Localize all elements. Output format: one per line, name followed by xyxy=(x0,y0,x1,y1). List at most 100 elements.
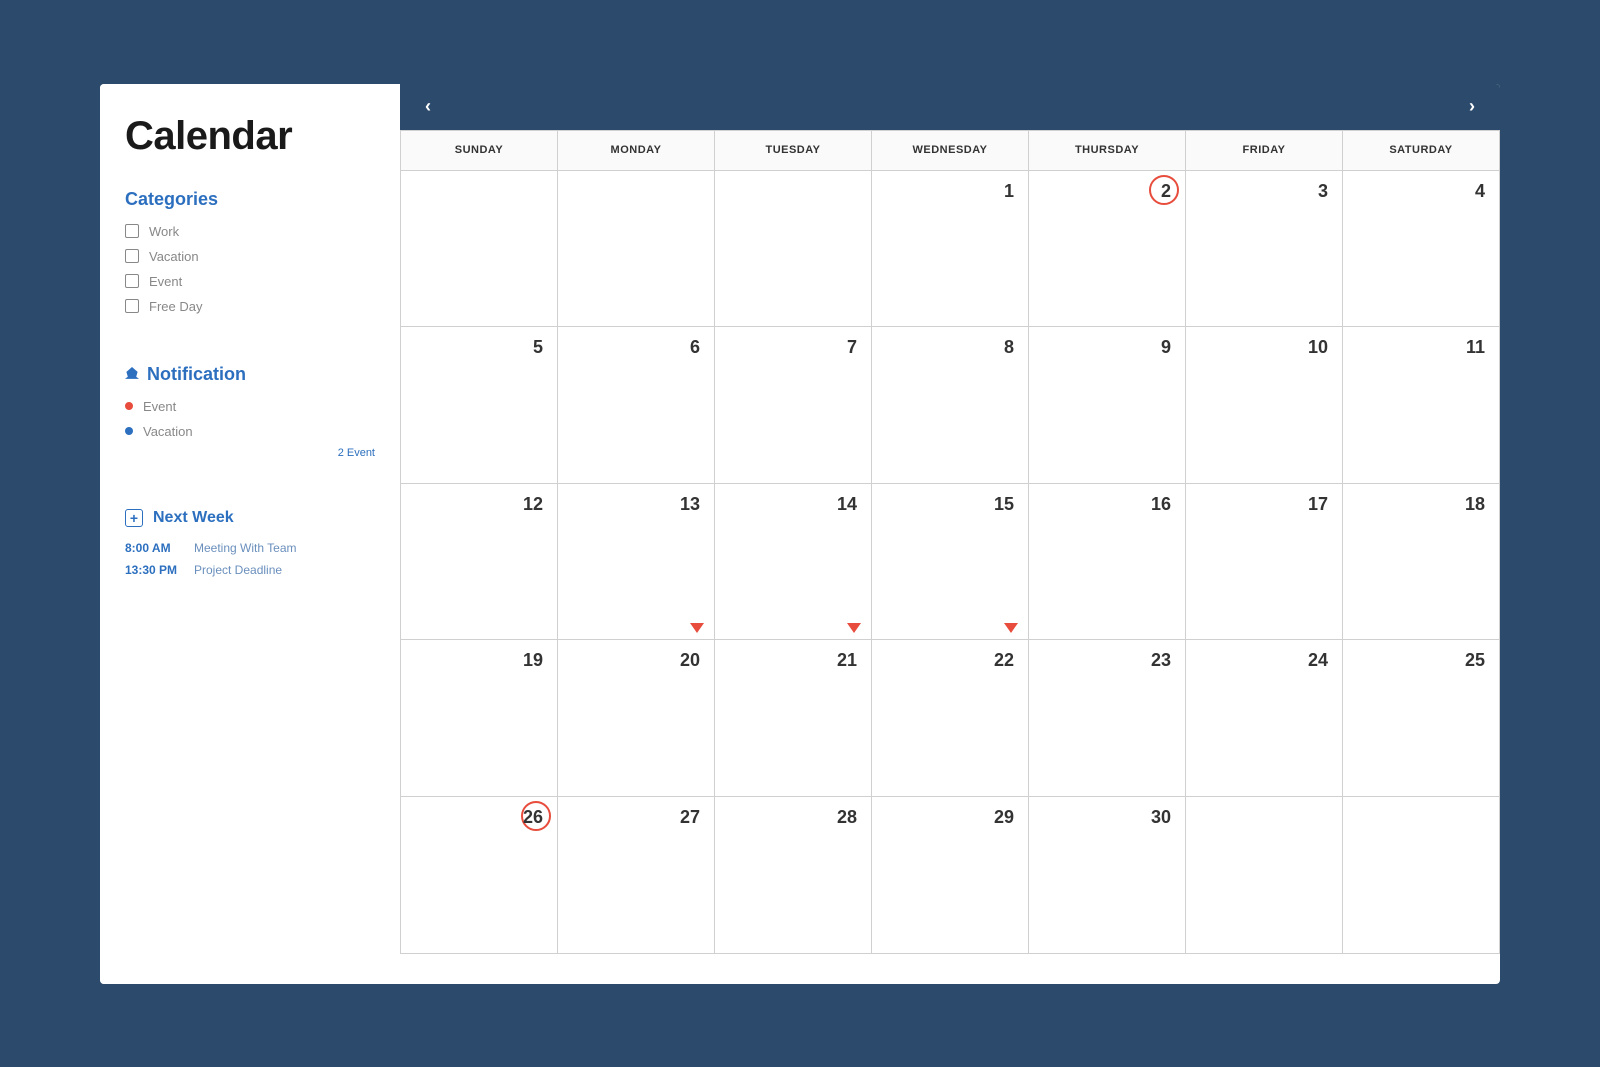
app-title: Calendar xyxy=(125,114,375,159)
date-number: 22 xyxy=(994,650,1014,671)
categories-heading: Categories xyxy=(125,189,375,210)
day-header: MONDAY xyxy=(558,131,715,171)
notification-panel: Notification EventVacation 2 Event xyxy=(125,364,375,479)
date-number: 18 xyxy=(1465,494,1485,515)
calendar-cell[interactable]: 23 xyxy=(1029,640,1186,797)
calendar-main: ‹ › SUNDAYMONDAYTUESDAYWEDNESDAYTHURSDAY… xyxy=(400,84,1500,984)
calendar-cell[interactable]: 5 xyxy=(401,327,558,484)
date-number: 25 xyxy=(1465,650,1485,671)
calendar-cell[interactable]: 25 xyxy=(1343,640,1500,797)
date-number: 15 xyxy=(994,494,1014,515)
event-label: Project Deadline xyxy=(194,563,282,577)
calendar-cell[interactable] xyxy=(558,171,715,328)
event-label: Meeting With Team xyxy=(194,541,297,555)
next-week-item[interactable]: 13:30 PMProject Deadline xyxy=(125,563,375,577)
category-label: Free Day xyxy=(149,299,202,314)
category-item[interactable]: Vacation xyxy=(125,249,375,264)
categories-panel: Categories Work Vacation Event Free Day xyxy=(125,189,375,334)
date-number: 23 xyxy=(1151,650,1171,671)
calendar-cell[interactable]: 10 xyxy=(1186,327,1343,484)
calendar-cell[interactable]: 26 xyxy=(401,797,558,954)
checkbox-icon[interactable] xyxy=(125,274,139,288)
calendar-cell[interactable] xyxy=(715,171,872,328)
calendar-cell[interactable]: 19 xyxy=(401,640,558,797)
calendar-cell[interactable]: 20 xyxy=(558,640,715,797)
calendar-cell[interactable] xyxy=(1343,797,1500,954)
month-navbar: ‹ › xyxy=(400,84,1500,130)
calendar-cell[interactable]: 7 xyxy=(715,327,872,484)
date-number: 4 xyxy=(1475,181,1485,202)
date-number: 20 xyxy=(680,650,700,671)
date-number: 9 xyxy=(1161,337,1171,358)
day-header: WEDNESDAY xyxy=(872,131,1029,171)
flag-marker-icon xyxy=(847,623,861,633)
date-number: 27 xyxy=(680,807,700,828)
calendar-app: Calendar Categories Work Vacation Event Fre… xyxy=(100,84,1500,984)
date-number: 17 xyxy=(1308,494,1328,515)
day-header: THURSDAY xyxy=(1029,131,1186,171)
next-week-item[interactable]: 8:00 AM Meeting With Team xyxy=(125,541,375,555)
calendar-cell[interactable]: 22 xyxy=(872,640,1029,797)
date-number: 13 xyxy=(680,494,700,515)
calendar-cell[interactable]: 27 xyxy=(558,797,715,954)
calendar-cell[interactable]: 24 xyxy=(1186,640,1343,797)
date-number: 6 xyxy=(690,337,700,358)
date-number: 12 xyxy=(523,494,543,515)
category-item[interactable]: Work xyxy=(125,224,375,239)
calendar-cell[interactable]: 30 xyxy=(1029,797,1186,954)
calendar-cell[interactable]: 8 xyxy=(872,327,1029,484)
next-week-heading: + Next Week xyxy=(125,509,375,527)
date-number: 26 xyxy=(523,807,543,828)
date-number: 10 xyxy=(1308,337,1328,358)
date-number: 5 xyxy=(533,337,543,358)
checkbox-icon[interactable] xyxy=(125,299,139,313)
date-number: 28 xyxy=(837,807,857,828)
date-number: 14 xyxy=(837,494,857,515)
notification-item[interactable]: Vacation xyxy=(125,424,375,439)
next-week-label: Next Week xyxy=(153,509,234,527)
day-header: SUNDAY xyxy=(401,131,558,171)
date-number: 21 xyxy=(837,650,857,671)
calendar-cell[interactable]: 9 xyxy=(1029,327,1186,484)
calendar-cell[interactable]: 13 xyxy=(558,484,715,641)
calendar-cell[interactable]: 1 xyxy=(872,171,1029,328)
checkbox-icon[interactable] xyxy=(125,224,139,238)
day-header: FRIDAY xyxy=(1186,131,1343,171)
calendar-cell[interactable]: 14 xyxy=(715,484,872,641)
date-number: 2 xyxy=(1161,181,1171,202)
flag-marker-icon xyxy=(1004,623,1018,633)
event-time: 8:00 AM xyxy=(125,541,180,555)
calendar-cell[interactable]: 6 xyxy=(558,327,715,484)
date-number: 19 xyxy=(523,650,543,671)
prev-month-button[interactable]: ‹ xyxy=(414,93,442,121)
category-item[interactable]: Event xyxy=(125,274,375,289)
notification-item[interactable]: Event xyxy=(125,399,375,414)
calendar-cell[interactable]: 12 xyxy=(401,484,558,641)
sidebar: Calendar Categories Work Vacation Event Fre… xyxy=(100,84,400,984)
date-number: 30 xyxy=(1151,807,1171,828)
calendar-cell[interactable] xyxy=(401,171,558,328)
calendar-cell[interactable]: 4 xyxy=(1343,171,1500,328)
calendar-cell[interactable]: 29 xyxy=(872,797,1029,954)
date-number: 11 xyxy=(1466,337,1485,358)
calendar-cell[interactable] xyxy=(1186,797,1343,954)
calendar-cell[interactable]: 11 xyxy=(1343,327,1500,484)
dot-icon xyxy=(125,427,133,435)
checkbox-icon[interactable] xyxy=(125,249,139,263)
category-item[interactable]: Free Day xyxy=(125,299,375,314)
calendar-cell[interactable]: 16 xyxy=(1029,484,1186,641)
calendar-cell[interactable]: 15 xyxy=(872,484,1029,641)
next-month-button[interactable]: › xyxy=(1458,93,1486,121)
calendar-cell[interactable]: 17 xyxy=(1186,484,1343,641)
notification-count: 2 Event xyxy=(125,447,375,459)
calendar-cell[interactable]: 18 xyxy=(1343,484,1500,641)
date-number: 16 xyxy=(1151,494,1171,515)
calendar-cell[interactable]: 21 xyxy=(715,640,872,797)
calendar-cell[interactable]: 28 xyxy=(715,797,872,954)
date-number: 8 xyxy=(1004,337,1014,358)
calendar-cell[interactable]: 3 xyxy=(1186,171,1343,328)
add-event-button[interactable]: + xyxy=(125,509,143,527)
day-header: TUESDAY xyxy=(715,131,872,171)
category-label: Event xyxy=(149,274,182,289)
calendar-cell[interactable]: 2 xyxy=(1029,171,1186,328)
